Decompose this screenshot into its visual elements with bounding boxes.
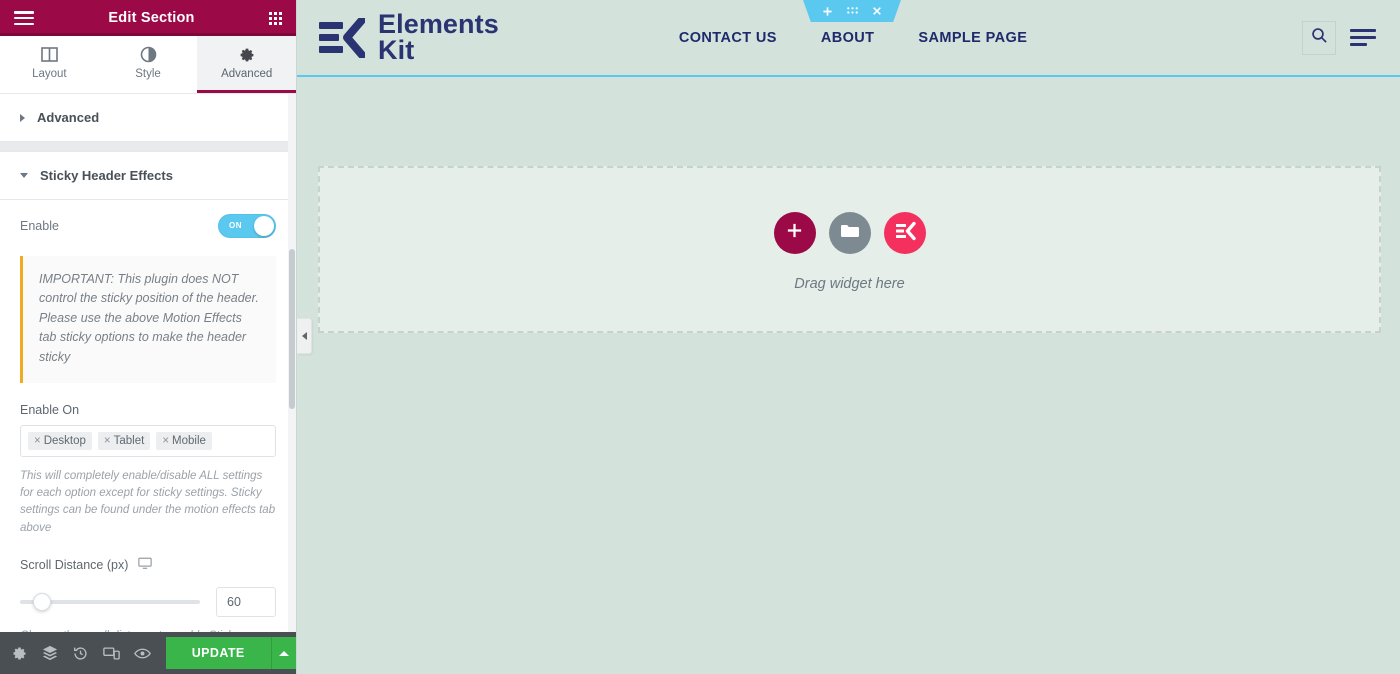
enable-toggle[interactable]: ON: [218, 214, 276, 238]
panel-footer: UPDATE: [0, 632, 297, 674]
plus-icon[interactable]: [822, 6, 833, 17]
tag-mobile-label: Mobile: [172, 434, 206, 447]
important-notice: IMPORTANT: This plugin does NOT control …: [20, 256, 276, 383]
elementor-editor-screen: Edit Section Layout Style Advanced Advan…: [0, 0, 1400, 674]
enable-on-label: Enable On: [20, 403, 276, 417]
enable-on-label-text: Enable On: [20, 402, 80, 417]
nav-item-about[interactable]: ABOUT: [821, 30, 875, 46]
site-header-section[interactable]: Elements Kit CONTACT US ABOUT SAMPLE PAG…: [297, 0, 1400, 77]
scroll-distance-row: 60: [20, 586, 276, 617]
gear-icon[interactable]: [4, 632, 35, 674]
scroll-distance-label: Scroll Distance (px): [20, 557, 276, 573]
dropzone-label: Drag widget here: [794, 276, 905, 292]
tab-style-label: Style: [135, 68, 161, 80]
panel-scrollbar[interactable]: [288, 94, 296, 632]
add-widget-button[interactable]: [773, 212, 816, 254]
tag-remove-icon[interactable]: ×: [162, 435, 169, 447]
add-template-button[interactable]: [828, 212, 871, 254]
enable-toggle-state: ON: [229, 221, 242, 230]
tag-mobile[interactable]: × Mobile: [156, 431, 212, 450]
site-header-actions: [1302, 20, 1376, 55]
tab-advanced[interactable]: Advanced: [197, 36, 297, 93]
close-icon[interactable]: [872, 6, 882, 16]
update-options-button[interactable]: [270, 637, 297, 669]
section-sticky-label: Sticky Header Effects: [40, 168, 173, 183]
enable-row: Enable ON: [20, 200, 276, 238]
elementskit-button[interactable]: [883, 212, 926, 254]
site-nav: CONTACT US ABOUT SAMPLE PAGE: [679, 30, 1027, 46]
search-icon: [1311, 27, 1328, 49]
caret-up-icon: [278, 650, 289, 656]
section-toolbar: [803, 0, 901, 22]
hamburger-icon: [1350, 29, 1376, 32]
dropzone-buttons: [773, 212, 926, 254]
site-menu-button[interactable]: [1350, 29, 1376, 46]
tab-layout[interactable]: Layout: [0, 36, 99, 93]
panel-tabs: Layout Style Advanced: [0, 36, 297, 94]
responsive-icon[interactable]: [96, 632, 127, 674]
enable-on-input[interactable]: × Desktop × Tablet × Mobile: [20, 424, 276, 457]
section-advanced-label: Advanced: [37, 110, 100, 125]
panel-title: Edit Section: [108, 10, 195, 26]
desktop-icon[interactable]: [138, 557, 153, 573]
logo-line-1: Elements: [378, 9, 499, 40]
search-button[interactable]: [1302, 20, 1336, 55]
page-canvas: Elements Kit CONTACT US ABOUT SAMPLE PAG…: [297, 0, 1400, 674]
scroll-distance-input[interactable]: 60: [216, 586, 276, 617]
apps-grid-icon[interactable]: [269, 11, 282, 25]
scroll-distance-slider[interactable]: [20, 592, 200, 611]
update-button[interactable]: UPDATE: [165, 637, 271, 669]
contrast-icon: [140, 46, 157, 63]
panel-body: Advanced Sticky Header Effects Enable ON…: [0, 94, 296, 632]
caret-down-icon: [20, 173, 28, 178]
gear-icon: [239, 47, 255, 63]
site-logo-text: Elements Kit: [378, 9, 499, 65]
plus-icon: [786, 222, 803, 244]
panel-divider: [0, 142, 296, 152]
elementskit-logo-icon: [319, 15, 366, 59]
enable-on-helper: This will completely enable/disable ALL …: [20, 469, 276, 534]
nav-item-contact-us[interactable]: CONTACT US: [679, 30, 777, 46]
section-advanced[interactable]: Advanced: [0, 94, 296, 142]
section-sticky-header-effects[interactable]: Sticky Header Effects: [0, 152, 296, 200]
preview-eye-icon[interactable]: [127, 632, 158, 674]
drag-dots-icon[interactable]: [847, 6, 858, 16]
tab-layout-label: Layout: [32, 68, 67, 80]
slider-handle[interactable]: [32, 592, 51, 611]
logo-line-2: Kit: [378, 34, 415, 65]
tag-remove-icon[interactable]: ×: [104, 435, 111, 447]
tag-tablet-label: Tablet: [113, 434, 145, 447]
history-icon[interactable]: [66, 632, 97, 674]
layers-icon[interactable]: [35, 632, 66, 674]
panel-collapse-handle[interactable]: [297, 318, 312, 354]
site-logo[interactable]: Elements Kit: [319, 9, 499, 65]
folder-icon: [840, 222, 860, 244]
panel-scrollbar-thumb[interactable]: [289, 249, 295, 409]
columns-icon: [41, 46, 58, 63]
panel-header: Edit Section: [0, 0, 296, 36]
elementskit-mark-icon: [894, 221, 916, 246]
hamburger-icon[interactable]: [14, 11, 34, 25]
scroll-distance-helper: Choose the scroll distance to enable Sti…: [20, 628, 276, 632]
tag-remove-icon[interactable]: ×: [34, 435, 41, 447]
tab-style[interactable]: Style: [99, 36, 198, 93]
tag-desktop[interactable]: × Desktop: [28, 431, 92, 450]
sticky-header-controls: Enable ON IMPORTANT: This plugin does NO…: [0, 200, 296, 632]
tab-advanced-label: Advanced: [221, 67, 273, 80]
scroll-distance-value: 60: [227, 594, 241, 609]
enable-label: Enable: [20, 219, 59, 233]
scroll-distance-label-text: Scroll Distance (px): [20, 557, 129, 572]
tag-tablet[interactable]: × Tablet: [97, 431, 151, 450]
chevron-left-icon: [301, 332, 307, 340]
dropzone-content: Drag widget here: [320, 212, 1379, 292]
widget-dropzone[interactable]: Drag widget here: [318, 166, 1381, 333]
editor-panel: Edit Section Layout Style Advanced Advan…: [0, 0, 297, 674]
nav-item-sample-page[interactable]: SAMPLE PAGE: [918, 30, 1027, 46]
caret-right-icon: [20, 113, 25, 122]
toggle-knob: [254, 216, 274, 236]
tag-desktop-label: Desktop: [43, 434, 86, 447]
